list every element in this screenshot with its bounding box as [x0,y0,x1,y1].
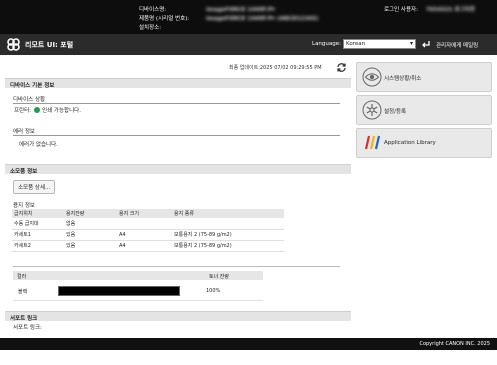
table-cell [117,218,172,230]
column-header: 용지잔량 [64,209,117,218]
table-row: 수동 급지대 없음 [12,218,284,230]
application-library-label: Application Library [384,140,436,146]
application-library-icon [364,135,381,150]
system-status-button[interactable]: 시스템상황/취소 [356,62,492,92]
table-cell: 보통용지 2 (75-89 g/m2) [172,240,284,252]
column-header: 용지 크기 [117,209,172,218]
settings-button[interactable]: 설정/등록 [356,95,492,125]
return-arrow-icon[interactable] [421,39,431,49]
device-name-row: 디바이스명: imageFORCE 1440F/Pr [139,5,275,13]
product-value: imageFORCE 1440F/Pr (ABCD12345) [206,16,319,22]
toner-percent: 100% [206,288,221,294]
support-link-label: 서포트 링크: [13,325,42,331]
toner-level-bar [58,286,180,296]
column-header: 토너 잔량 [209,274,229,280]
product-row: 제품명 (시리얼 번호): imageFORCE 1440F/Pr (ABCD12… [139,14,318,22]
language-select[interactable]: Korean ▾ [343,39,416,49]
column-header: 급지위치 [12,209,64,218]
consumables-detail-button[interactable]: 소모품 상세... [13,180,56,194]
title-bar: 리모트 UI: 포털 Language: Korean ▾ 관리자에게 메일링 [0,34,497,55]
status-ok-icon [34,107,41,113]
divider [13,103,340,104]
table-row: 카세트2 있음 A4 보통용지 2 (75-89 g/m2) [12,240,284,252]
table-cell: 카세트2 [12,240,64,252]
table-cell: 보통용지 2 (75-89 g/m2) [172,229,284,241]
chevron-down-icon: ▾ [409,40,413,47]
paper-table-header: 급지위치 용지잔량 용지 크기 용지 종류 [12,209,284,218]
consumables-section: 소모품 정보 [5,164,351,175]
settings-icon [362,100,382,120]
product-label: 제품명 (시리얼 번호): [139,16,190,22]
portal-title: 리모트 UI: 포털 [25,41,74,49]
login-info: 로그인 사용자: 7654321 로그아웃 [384,5,475,13]
error-info-title: 에러 정보 [13,129,35,135]
footer: Copyright CANON INC. 2025 [0,338,497,350]
table-cell: A4 [117,229,172,241]
divider [13,135,340,136]
remote-ui-logo-icon [7,38,20,51]
printer-status-row: 프린터: 인쇄 가능합니다. [14,106,81,114]
login-value[interactable]: 7654321 로그아웃 [426,7,475,13]
device-name-label: 디바이스명: [139,7,167,13]
eye-icon [362,67,382,87]
settings-label: 설정/등록 [384,109,407,115]
printer-status: 인쇄 가능합니다. [42,108,81,114]
location-label: 설치장소: [139,25,162,31]
printer-label: 프린터: [14,108,32,114]
application-library-button[interactable]: Application Library [356,128,492,158]
divider [13,300,263,301]
table-cell: A4 [117,240,172,252]
table-cell: 있음 [64,229,117,241]
paper-table: 급지위치 용지잔량 용지 크기 용지 종류 수동 급지대 없음 카세트1 있음 … [12,209,284,252]
device-header: 디바이스명: imageFORCE 1440F/Pr 제품명 (시리얼 번호): i… [0,0,497,34]
divider [13,266,340,267]
table-row: 카세트1 있음 A4 보통용지 2 (75-89 g/m2) [12,229,284,241]
last-updated: 최종 업데이트:2025 07/02 09:29:55 PM [229,65,322,71]
language-value: Korean [346,41,366,47]
device-basic-section: 디바이스 기본 정보 [5,78,351,89]
error-text: 에러가 없습니다. [19,142,58,148]
mail-admin-link[interactable]: 관리자에게 메일링 [436,41,478,49]
language-label: Language: [312,41,341,47]
main-content: 최종 업데이트:2025 07/02 09:29:55 PM 디바이스 기본 정… [5,58,351,336]
system-status-label: 시스템상황/취소 [384,76,422,82]
column-header: 컬러 [17,274,27,280]
support-section: 서포트 링크 [5,311,351,322]
toner-table-header: 컬러 토너 잔량 [13,271,263,280]
table-cell [172,218,284,230]
copyright: Copyright CANON INC. 2025 [419,341,490,347]
refresh-icon[interactable] [336,62,347,73]
device-name-value: imageFORCE 1440F/Pr [206,7,276,13]
table-cell: 있음 [64,240,117,252]
table-cell: 없음 [64,218,117,230]
device-status-title: 디바이스 상황 [13,97,46,103]
location-row: 설치장소: [139,23,206,31]
table-cell: 카세트1 [12,229,64,241]
login-label: 로그인 사용자: [384,7,418,13]
column-header: 용지 종류 [172,209,284,218]
table-cell: 수동 급지대 [12,218,64,230]
paper-info-title: 용지 정보 [13,203,35,209]
toner-color: 블랙 [18,289,28,295]
